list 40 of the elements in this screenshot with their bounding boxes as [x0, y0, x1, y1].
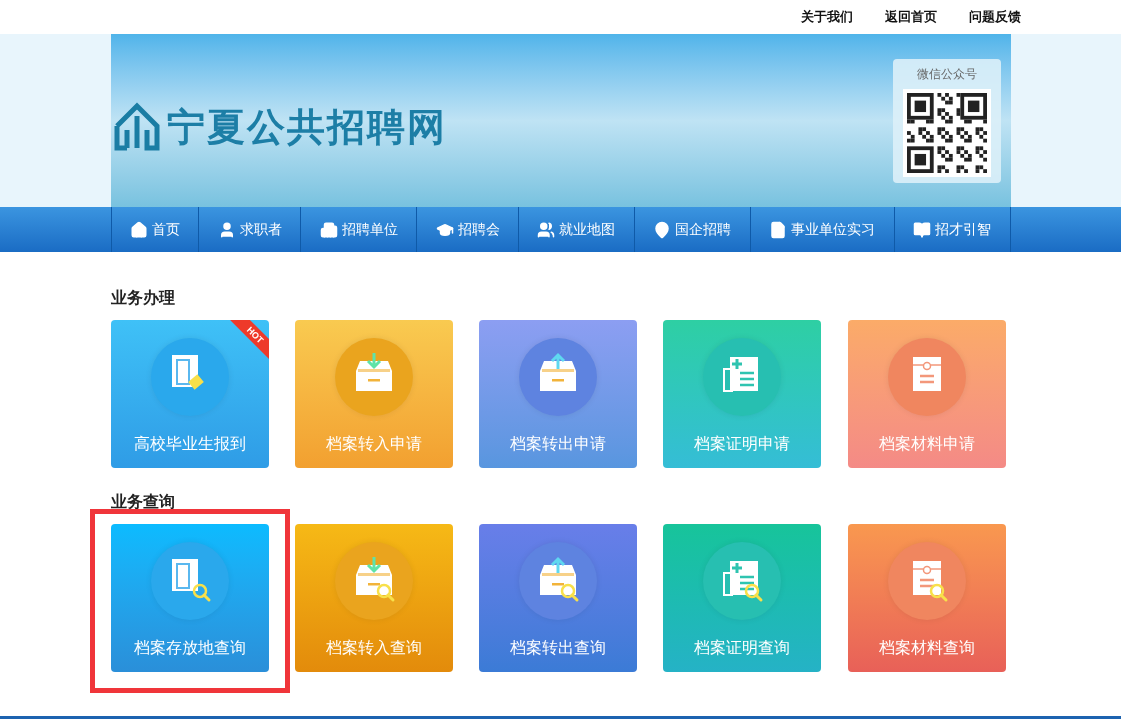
- tile-label: 档案存放地查询: [133, 638, 246, 658]
- service-tile[interactable]: 档案存放地查询: [110, 524, 269, 672]
- tile-label: 档案材料申请: [878, 434, 975, 454]
- nav-item[interactable]: 国企招聘: [634, 207, 751, 252]
- qr-caption: 微信公众号: [916, 65, 977, 83]
- nav-item[interactable]: 招才引智: [894, 207, 1011, 252]
- service-tile[interactable]: 档案证明查询: [663, 524, 822, 672]
- nav-item[interactable]: 就业地图: [519, 207, 635, 252]
- top-link[interactable]: 关于我们: [801, 7, 853, 27]
- tile-label: 档案转入申请: [325, 434, 422, 454]
- tile-label: 档案材料查询: [878, 638, 975, 658]
- nav-item[interactable]: 招聘会: [417, 207, 519, 252]
- service-tile[interactable]: 档案转入查询: [294, 524, 453, 672]
- service-tile[interactable]: 档案转入申请: [294, 320, 453, 468]
- service-tile[interactable]: 档案材料申请: [847, 320, 1006, 468]
- site-title: 宁夏公共招聘网: [166, 103, 447, 151]
- tile-label: 高校毕业生报到: [133, 434, 246, 454]
- house-logo-icon: [112, 101, 161, 152]
- document-icon: [769, 220, 788, 239]
- people-icon: [537, 220, 556, 239]
- nav-item[interactable]: 招聘单位: [301, 207, 418, 252]
- tile-label: 档案转出查询: [510, 638, 606, 658]
- book-icon: [913, 220, 932, 239]
- map-pin-icon: [653, 220, 672, 239]
- tile-label: 档案证明申请: [694, 434, 791, 454]
- tile-label: 档案证明查询: [694, 638, 791, 658]
- service-tile[interactable]: 档案转出申请: [479, 320, 637, 468]
- nav-item[interactable]: 求职者: [199, 207, 302, 252]
- service-tile[interactable]: 档案证明申请: [663, 320, 822, 468]
- section-title: 业务查询: [110, 492, 176, 510]
- service-tile[interactable]: 档案材料查询: [847, 524, 1006, 672]
- top-link[interactable]: 返回首页: [885, 7, 937, 27]
- top-link[interactable]: 问题反馈: [969, 7, 1021, 27]
- tile-label: 档案转入查询: [325, 638, 422, 658]
- home-icon: [129, 220, 148, 239]
- tile-label: 档案转出申请: [510, 434, 606, 454]
- section-title: 业务办理: [110, 288, 176, 306]
- nav-item[interactable]: 首页: [111, 207, 200, 252]
- nav-item[interactable]: 事业单位实习: [750, 207, 895, 252]
- service-tile[interactable]: 档案转出查询: [479, 524, 637, 672]
